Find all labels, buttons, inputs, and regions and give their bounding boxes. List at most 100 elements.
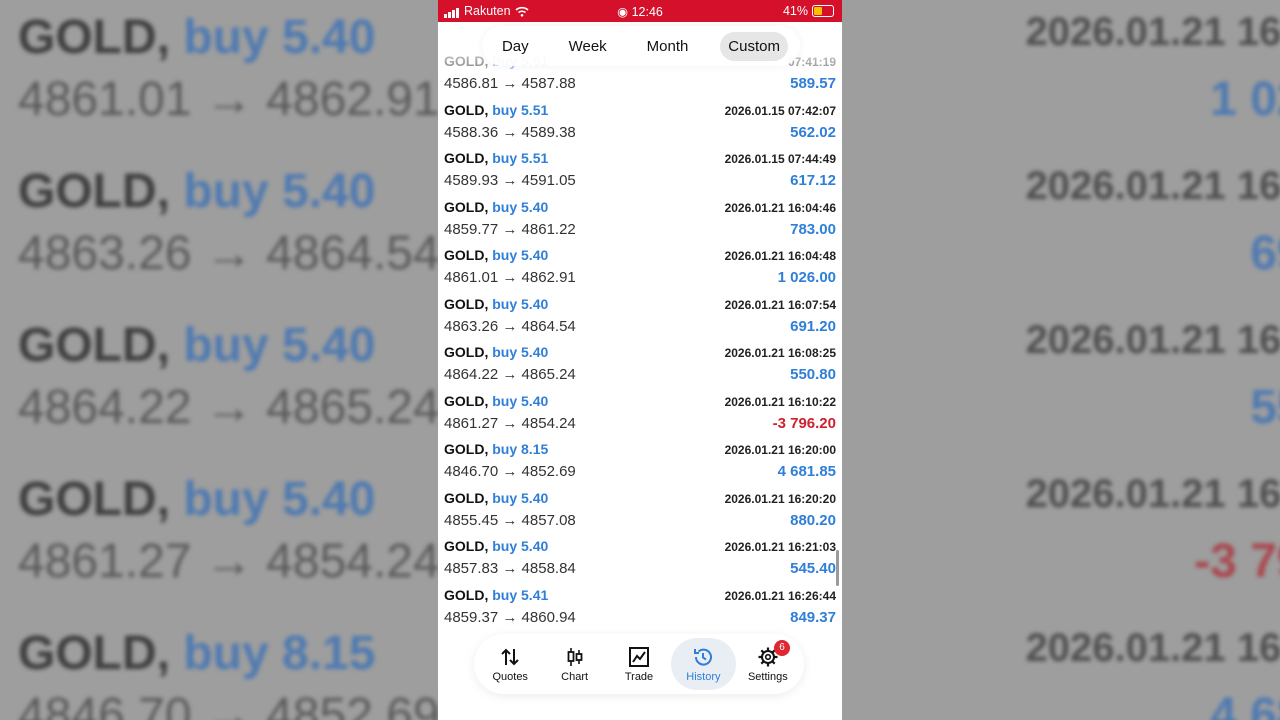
notification-badge: 6: [774, 640, 791, 656]
trade-symbol: GOLD,: [444, 198, 489, 215]
status-bar: Rakuten ◉ 12:46 41%: [438, 0, 842, 22]
trade-direction: buy 5.40: [492, 344, 549, 360]
trade-title: GOLD, buy 5.40: [444, 247, 548, 263]
trade-prices: 4846.70 → 4852.69: [444, 463, 576, 480]
period-week[interactable]: Week: [561, 32, 615, 61]
period-selector: Day Week Month Custom: [482, 26, 800, 66]
period-custom[interactable]: Custom: [720, 31, 788, 61]
trade-symbol: GOLD,: [444, 586, 489, 603]
tab-chart[interactable]: Chart: [542, 638, 606, 690]
trade-title: GOLD, buy 5.51: [444, 150, 548, 166]
list-item[interactable]: GOLD, buy 5.40 2026.01.21 16:08:25 4864.22…: [438, 338, 842, 387]
trade-time: 2026.01.21 16:04:46: [724, 200, 836, 215]
trade-profit: 691.20: [790, 317, 836, 335]
trade-symbol: GOLD,: [444, 247, 489, 263]
trade-time: 2026.01.21 16:07:54: [724, 297, 836, 312]
trade-direction: buy 5.40: [492, 295, 549, 312]
list-item[interactable]: GOLD, buy 5.40 2026.01.21 16:04:48 4861.01…: [438, 241, 842, 290]
tab-settings[interactable]: Settings 6: [736, 638, 800, 690]
period-day[interactable]: Day: [494, 32, 537, 61]
trade-title: GOLD, buy 5.51: [444, 102, 548, 118]
trade-line-chart-icon: [629, 646, 650, 667]
trade-profit: 562.02: [790, 123, 836, 141]
list-item[interactable]: GOLD, buy 5.40 2026.01.21 16:20:20 4855.45…: [438, 484, 842, 533]
list-item[interactable]: GOLD, buy 5.51 2026.01.15 07:42:07 4588.36…: [438, 96, 842, 145]
trade-symbol: GOLD,: [444, 344, 489, 360]
trade-symbol: GOLD,: [444, 441, 489, 457]
trade-prices: 4589.93 → 4591.05: [444, 172, 576, 189]
list-item[interactable]: GOLD, buy 5.40 2026.01.21 16:04:46 4859.77…: [438, 193, 842, 242]
trade-profit: -3 796.20: [772, 414, 836, 432]
trade-title: GOLD, buy 5.40: [444, 344, 548, 360]
trade-profit: 4 681.85: [777, 463, 836, 480]
trade-time: 2026.01.15 07:42:07: [724, 103, 836, 118]
background-right-blur: 2026.01.21 16:04:481 026.002026.01.21 16…: [842, 0, 1280, 720]
battery-icon: [812, 5, 834, 17]
trade-profit: 589.57: [790, 75, 836, 92]
trade-title: GOLD, buy 5.40: [444, 199, 548, 215]
list-item[interactable]: GOLD, buy 5.51 2026.01.15 07:44:49 4589.93…: [438, 144, 842, 193]
location-icon: ◉: [617, 5, 629, 19]
tab-chart-label: Chart: [561, 670, 589, 683]
scrollbar[interactable]: [836, 550, 839, 586]
trade-symbol: GOLD,: [444, 150, 489, 166]
trade-profit: 783.00: [790, 220, 836, 238]
trade-direction: buy 5.41: [492, 586, 549, 603]
tab-quotes[interactable]: Quotes: [478, 638, 542, 690]
trade-title: GOLD, buy 5.40: [444, 538, 548, 554]
list-item[interactable]: GOLD, buy 5.40 2026.01.21 16:07:54 4863.26…: [438, 290, 842, 339]
trade-prices: 4861.01 → 4862.91: [444, 269, 576, 286]
trade-title: GOLD, buy 5.40: [444, 490, 548, 506]
trade-time: 2026.01.21 16:20:20: [724, 491, 836, 506]
trade-prices: 4859.37 → 4860.94: [444, 608, 576, 626]
trade-prices: 4863.26 → 4864.54: [444, 317, 576, 335]
list-item[interactable]: GOLD, buy 8.15 2026.01.21 16:20:00 4846.70…: [438, 435, 842, 484]
period-month[interactable]: Month: [639, 32, 697, 61]
trade-time: 2026.01.21 16:10:22: [724, 394, 836, 409]
background-left-blur: GOLD, buy 5.40 4861.01 → 4862.91 GOLD, buy…: [0, 0, 438, 720]
list-item[interactable]: GOLD, buy 5.40 2026.01.21 16:21:03 4857.83…: [438, 532, 842, 581]
trade-time: 2026.01.21 16:20:00: [724, 443, 836, 457]
trade-prices: 4864.22 → 4865.24: [444, 366, 576, 383]
trade-direction: buy 5.40: [492, 198, 549, 215]
trade-title: GOLD, buy 8.15: [444, 441, 548, 457]
trade-time: 2026.01.15 07:44:49: [724, 152, 836, 166]
bottom-tab-bar: Quotes Chart Trade History Settings 6: [474, 634, 804, 694]
tab-trade-label: Trade: [624, 670, 654, 683]
trade-time: 2026.01.21 16:26:44: [724, 588, 836, 603]
history-clock-icon: [694, 648, 713, 666]
history-list[interactable]: GOLD, buy 5.5107:41:194586.81 → 4587.885…: [438, 22, 842, 629]
trade-prices: 4588.36 → 4589.38: [444, 123, 576, 141]
trade-profit: 550.80: [790, 366, 836, 383]
trade-direction: buy 8.15: [492, 441, 549, 457]
status-time: 12:46: [631, 5, 663, 19]
trade-title: GOLD, buy 5.41: [444, 587, 548, 603]
trade-prices: 4586.81 → 4587.88: [444, 75, 576, 92]
trade-symbol: GOLD,: [444, 392, 489, 409]
trade-direction: buy 5.40: [492, 392, 549, 409]
trade-direction: buy 5.51: [492, 101, 549, 118]
tab-history-label: History: [686, 670, 721, 683]
trade-direction: buy 5.40: [492, 489, 549, 506]
trade-time: 2026.01.21 16:04:48: [724, 249, 836, 263]
trade-profit: 849.37: [790, 608, 836, 626]
trade-title: GOLD, buy 5.40: [444, 296, 548, 312]
list-item[interactable]: GOLD, buy 5.40 2026.01.21 16:10:22 4861.27…: [438, 387, 842, 436]
quotes-arrows-icon: [501, 648, 519, 665]
list-item[interactable]: GOLD, buy 5.41 2026.01.21 16:26:44 4859.37…: [438, 581, 842, 630]
phone-screen: Rakuten ◉ 12:46 41% GOLD, buy 5.5107:41:…: [438, 0, 842, 720]
trade-prices: 4861.27 → 4854.24: [444, 414, 576, 432]
trade-symbol: GOLD,: [444, 295, 489, 312]
battery-percent: 41%: [782, 4, 808, 18]
tab-quotes-label: Quotes: [492, 670, 528, 683]
trade-profit: 1 026.00: [777, 269, 836, 286]
trade-prices: 4859.77 → 4861.22: [444, 220, 576, 238]
trade-time: 2026.01.21 16:08:25: [724, 346, 836, 360]
trade-symbol: GOLD,: [444, 101, 489, 118]
candlestick-icon: [567, 647, 583, 666]
tab-settings-label: Settings: [747, 670, 788, 683]
trade-symbol: GOLD,: [444, 489, 489, 506]
tab-history[interactable]: History: [671, 638, 736, 690]
tab-trade[interactable]: Trade: [607, 638, 671, 690]
trade-profit: 880.20: [790, 511, 836, 529]
